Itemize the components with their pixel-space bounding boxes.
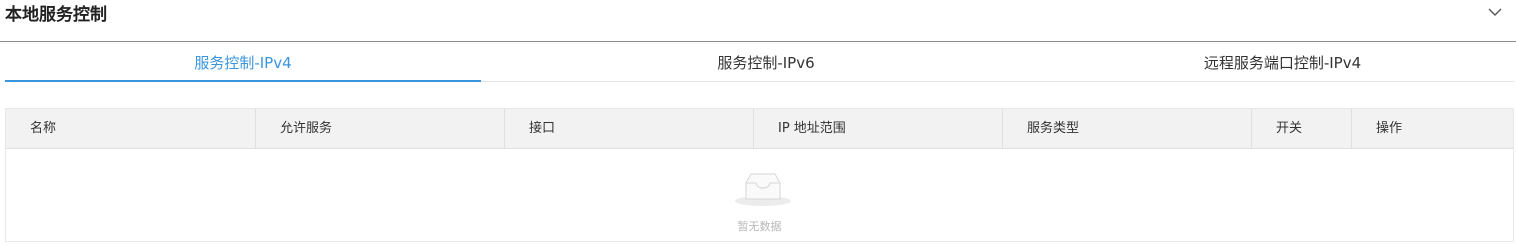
panel-title: 本地服务控制 xyxy=(5,5,107,25)
empty-state-text: 暂无数据 xyxy=(737,220,782,233)
collapse-toggle-button[interactable] xyxy=(1486,3,1504,21)
tab-remote-service-port-control-ipv4[interactable]: 远程服务端口控制-IPv4 xyxy=(1051,43,1514,81)
table-empty-state: 暂无数据 xyxy=(6,149,1513,241)
service-table: 名称 允许服务 接口 IP 地址范围 服务类型 开关 操作 暂无数据 xyxy=(5,108,1514,242)
column-header-ip-range: IP 地址范围 xyxy=(754,109,1003,148)
chevron-down-icon xyxy=(1488,8,1502,16)
column-header-switch: 开关 xyxy=(1252,109,1352,148)
local-service-control-panel: 本地服务控制 服务控制-IPv4 服务控制-IPv6 远程服务端口控制-IPv4… xyxy=(0,0,1516,245)
column-header-service-type: 服务类型 xyxy=(1003,109,1252,148)
tab-service-control-ipv6[interactable]: 服务控制-IPv6 xyxy=(481,43,1051,81)
panel-header: 本地服务控制 xyxy=(0,0,1516,42)
column-header-name: 名称 xyxy=(6,109,256,148)
column-header-allowed-service: 允许服务 xyxy=(256,109,505,148)
tab-service-control-ipv4[interactable]: 服务控制-IPv4 xyxy=(5,43,481,82)
table-header-row: 名称 允许服务 接口 IP 地址范围 服务类型 开关 操作 xyxy=(6,109,1513,149)
column-header-actions: 操作 xyxy=(1376,121,1403,136)
protocol-tabs: 服务控制-IPv4 服务控制-IPv6 远程服务端口控制-IPv4 xyxy=(5,43,1514,82)
empty-inbox-icon xyxy=(735,173,791,206)
column-header-interface: 接口 xyxy=(505,109,754,148)
